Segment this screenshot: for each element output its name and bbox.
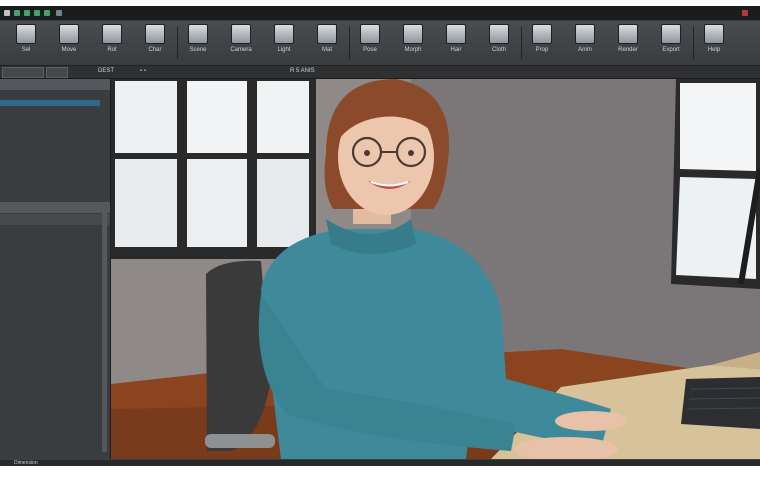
filter-field[interactable] — [2, 67, 44, 78]
ribbon-separator — [521, 27, 522, 59]
secondary-toolbar: DEST ▪ ▪ R 5 ANIS — [0, 66, 760, 79]
ribbon-separator — [693, 27, 694, 59]
morph-icon — [403, 24, 423, 44]
figure-icon — [145, 24, 165, 44]
ribbon-button-label: Export — [662, 47, 680, 53]
ribbon-separator — [349, 27, 350, 59]
ribbon-button-label: Hair — [450, 47, 462, 53]
rotate-icon — [102, 24, 122, 44]
ribbon-button-rot[interactable]: Rot — [94, 24, 130, 62]
ribbon-button-label: Light — [277, 47, 291, 53]
move-icon — [59, 24, 79, 44]
scene-icon — [188, 24, 208, 44]
ribbon-button-label: Scene — [189, 47, 207, 53]
ribbon-button-label: Pose — [363, 47, 377, 53]
ribbon-button-label: Anim — [578, 47, 592, 53]
ribbon-button-hair[interactable]: Hair — [438, 24, 474, 62]
ribbon-button-label: Cloth — [491, 47, 506, 53]
panel-header-parameters[interactable] — [0, 202, 110, 213]
mode-field[interactable] — [46, 67, 68, 78]
ribbon-button-label: Prop — [535, 47, 549, 53]
panel-header-properties[interactable] — [0, 214, 110, 225]
ribbon-button-render[interactable]: Render — [610, 24, 646, 62]
ribbon-button-help[interactable]: Help — [696, 24, 732, 62]
quick-undo-icon[interactable] — [24, 10, 30, 16]
panel-header-scene[interactable] — [0, 79, 110, 90]
panel-scrollbar[interactable] — [102, 207, 107, 452]
ribbon-button-export[interactable]: Export — [653, 24, 689, 62]
prop-icon — [532, 24, 552, 44]
cursor-icon — [16, 24, 36, 44]
close-icon[interactable] — [742, 10, 748, 16]
ribbon-button-label: Char — [148, 47, 162, 53]
render-icon — [618, 24, 638, 44]
ribbon-button-label: Sel — [21, 47, 31, 53]
indicator-icon: ▪ ▪ — [140, 68, 146, 74]
ribbon-button-cloth[interactable]: Cloth — [481, 24, 517, 62]
ribbon-button-prop[interactable]: Prop — [524, 24, 560, 62]
ribbon-toolbar: Sel Move Rot Char Scene Camera Light Mat Pose Mor… — [0, 21, 760, 66]
cloth-icon — [489, 24, 509, 44]
animation-icon — [575, 24, 595, 44]
ribbon-button-label: Camera — [230, 47, 252, 53]
ribbon-button-morph[interactable]: Morph — [395, 24, 431, 62]
quick-menu-icon[interactable] — [56, 10, 62, 16]
material-icon — [317, 24, 337, 44]
ribbon-button-label: Mat — [321, 47, 332, 53]
app-window: Sel Move Rot Char Scene Camera Light Mat Pose Mor… — [0, 6, 760, 466]
help-icon — [704, 24, 724, 44]
light-icon — [274, 24, 294, 44]
quick-redo-icon[interactable] — [34, 10, 40, 16]
quick-save-icon[interactable] — [14, 10, 20, 16]
dest-label: DEST — [98, 68, 115, 74]
ribbon-button-light[interactable]: Light — [266, 24, 302, 62]
title-bar — [0, 6, 760, 21]
ribbon-button-label: Rot — [107, 47, 117, 53]
ribbon-button-pose[interactable]: Pose — [352, 24, 388, 62]
pose-icon — [360, 24, 380, 44]
ribbon-button-anim[interactable]: Anim — [567, 24, 603, 62]
camera-icon — [231, 24, 251, 44]
ribbon-button-scene[interactable]: Scene — [180, 24, 216, 62]
tool-label: R 5 ANIS — [290, 68, 315, 74]
ribbon-button-mat[interactable]: Mat — [309, 24, 345, 62]
ribbon-button-char[interactable]: Char — [137, 24, 173, 62]
ribbon-button-label: Help — [707, 47, 721, 53]
ribbon-button-move[interactable]: Move — [51, 24, 87, 62]
ribbon-button-label: Morph — [404, 47, 422, 53]
ribbon-button-camera[interactable]: Camera — [223, 24, 259, 62]
hair-icon — [446, 24, 466, 44]
ribbon-button-label: Render — [618, 47, 638, 53]
quick-open-icon[interactable] — [44, 10, 50, 16]
app-icon — [4, 10, 10, 16]
scene-panel — [0, 79, 111, 459]
ribbon-button-sel[interactable]: Sel — [8, 24, 44, 62]
render-viewport[interactable] — [111, 79, 760, 459]
ribbon-button-label: Move — [61, 47, 77, 53]
export-icon — [661, 24, 681, 44]
selected-tree-row[interactable] — [0, 100, 100, 106]
status-bar: Dimension — [0, 459, 760, 466]
status-text: Dimension — [14, 460, 38, 466]
rendered-scene — [111, 79, 760, 459]
ribbon-separator — [177, 27, 178, 59]
